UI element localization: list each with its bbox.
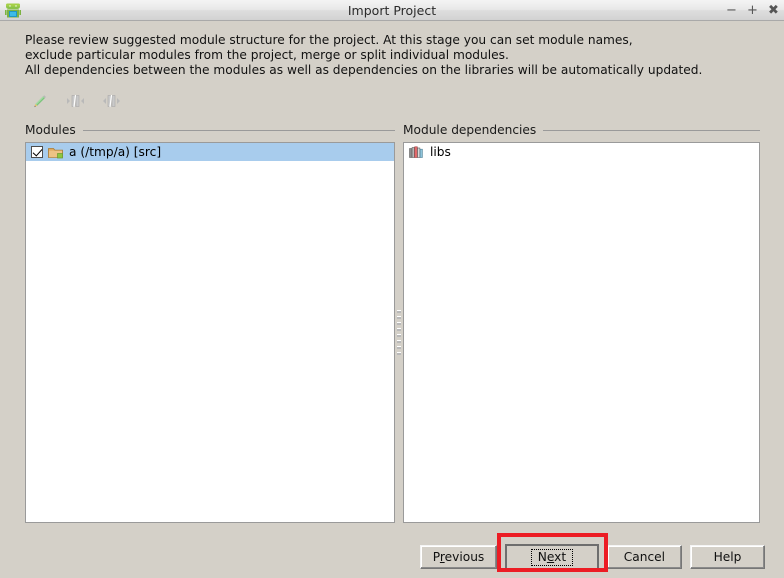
merge-modules-icon[interactable] <box>64 91 86 111</box>
cancel-label: Cancel <box>623 550 666 564</box>
help-label: Help <box>713 550 742 564</box>
dialog-button-row: Previous Next Cancel Help <box>420 542 765 572</box>
dependencies-list[interactable]: libs <box>403 142 760 523</box>
dependencies-group-header: Module dependencies <box>403 123 760 137</box>
next-label-pre: N <box>537 549 547 564</box>
modules-list[interactable]: a (/tmp/a) [src] <box>25 142 395 523</box>
previous-label-post: evious <box>444 550 485 564</box>
split-module-icon[interactable] <box>100 91 122 111</box>
import-project-dialog: Import Project − + ✖ Please review sugge… <box>0 0 784 578</box>
cancel-button[interactable]: Cancel <box>606 545 682 569</box>
dialog-content: Please review suggested module structure… <box>0 21 784 578</box>
instructions-text: Please review suggested module structure… <box>25 33 703 77</box>
modules-group-label: Modules <box>25 123 76 137</box>
edit-pencil-icon[interactable] <box>28 91 50 111</box>
module-checkbox[interactable] <box>31 146 43 158</box>
library-books-icon <box>409 145 425 159</box>
title-bar: Import Project − + ✖ <box>0 0 784 21</box>
minimize-button[interactable]: − <box>725 3 738 18</box>
window-controls: − + ✖ <box>725 0 780 21</box>
modules-group-header: Modules <box>25 123 395 137</box>
panel-splitter[interactable] <box>395 142 403 523</box>
module-label: a (/tmp/a) [src] <box>69 145 162 159</box>
window-title: Import Project <box>347 3 437 18</box>
module-folder-icon <box>48 145 64 159</box>
help-button[interactable]: Help <box>689 545 765 569</box>
list-item[interactable]: libs <box>404 143 759 161</box>
list-item[interactable]: a (/tmp/a) [src] <box>26 143 394 161</box>
module-toolbar <box>28 89 122 113</box>
maximize-button[interactable]: + <box>746 3 759 18</box>
previous-button[interactable]: Previous <box>420 545 498 569</box>
next-label-post: xt <box>554 549 567 564</box>
dependency-label: libs <box>430 145 451 159</box>
previous-label-pre: P <box>432 550 440 564</box>
dependencies-group-label: Module dependencies <box>403 123 537 137</box>
splitter-grip <box>397 309 401 356</box>
next-button[interactable]: Next <box>505 544 599 570</box>
dependencies-group-rule <box>543 129 760 131</box>
close-button[interactable]: ✖ <box>767 3 780 18</box>
modules-group-rule <box>82 129 395 131</box>
